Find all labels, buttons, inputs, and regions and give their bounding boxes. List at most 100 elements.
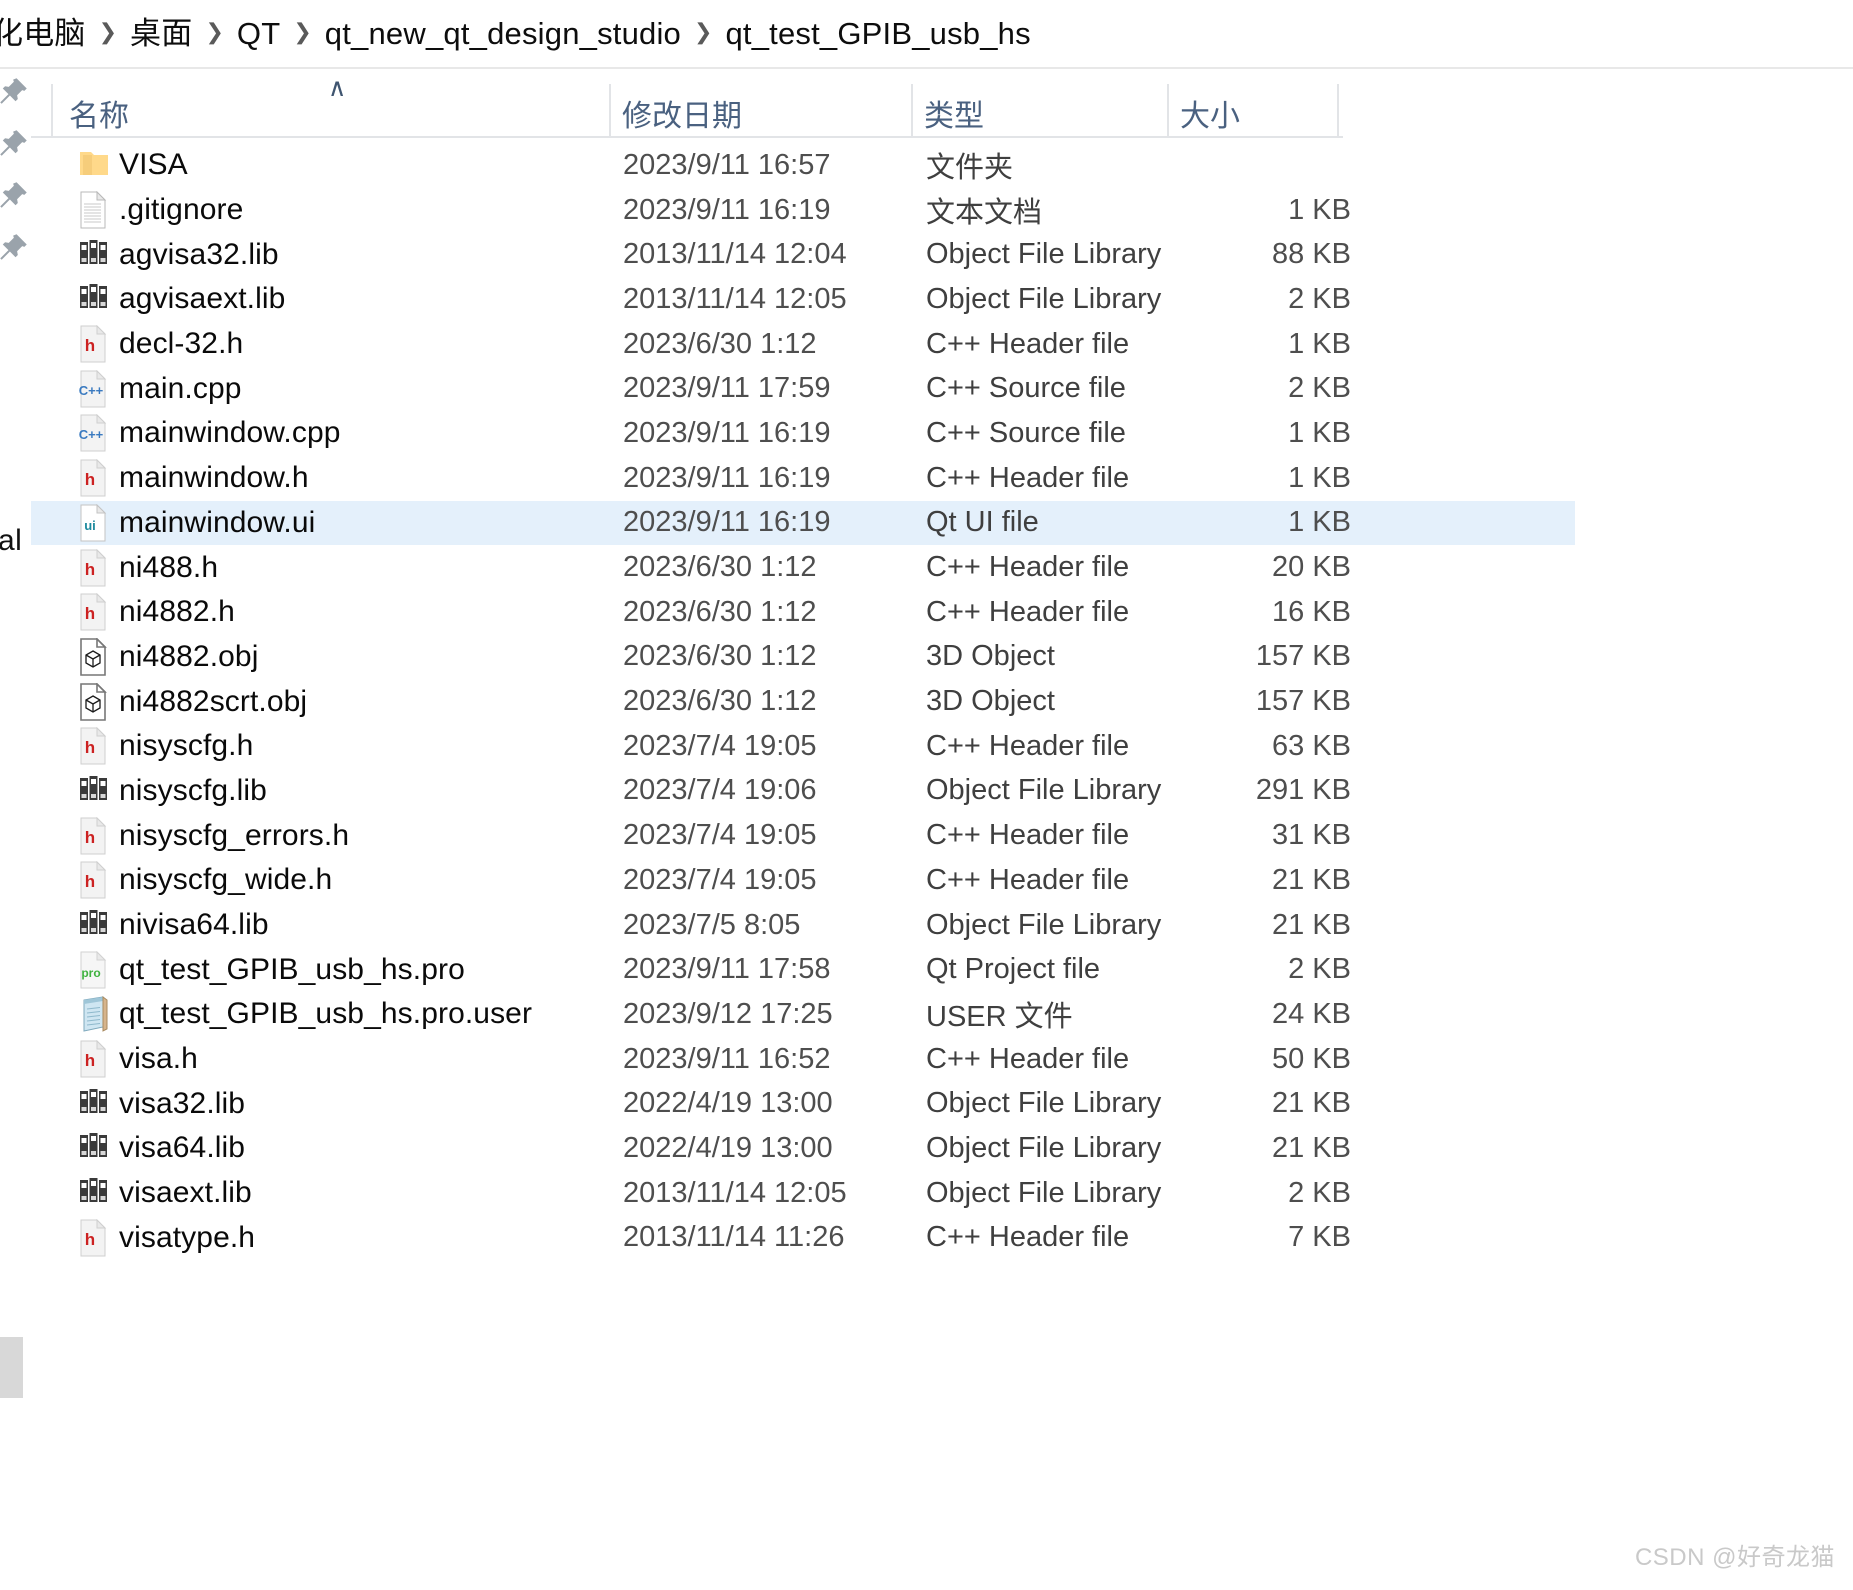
column-header-row: ∧ 名称 修改日期 类型 大小 [31,73,1343,137]
file-type: Object File Library [926,908,1162,941]
file-name[interactable]: nivisa64.lib [119,908,269,942]
column-divider[interactable] [609,84,611,136]
file-name[interactable]: ni4882.obj [119,640,258,674]
sort-ascending-caret: ∧ [328,73,347,102]
file-name[interactable]: visa.h [119,1042,198,1076]
file-name[interactable]: VISA [119,148,188,182]
column-divider[interactable] [1337,84,1339,136]
nav-pane-scrollbar-thumb[interactable] [0,1337,23,1398]
breadcrumb-item-2[interactable]: 桌面 [130,0,192,67]
file-name[interactable]: agvisa32.lib [119,238,279,272]
file-date-modified: 2013/11/14 12:05 [623,282,847,315]
file-row[interactable]: ni4882.obj 2023/6/30 1:12 3D Object 157 KB [31,635,1575,680]
file-row[interactable]: C++ mainwindow.cpp 2023/9/11 16:19 C++ Sour… [31,411,1575,456]
file-date-modified: 2023/9/12 17:25 [623,997,833,1030]
file-row[interactable]: ni4882scrt.obj 2023/6/30 1:12 3D Object 157… [31,679,1575,724]
file-type: C++ Header file [926,729,1130,762]
pin-icon[interactable] [0,75,30,109]
file-name[interactable]: nisyscfg.lib [119,774,267,808]
file-row[interactable]: qt_test_GPIB_usb_hs.pro.user 2023/9/12 17… [31,992,1575,1037]
breadcrumb-item-1[interactable]: 化电脑 [0,0,86,67]
breadcrumb-item-5[interactable]: qt_test_GPIB_usb_hs [725,0,1030,67]
nav-item-clipped-label[interactable]: al [0,524,22,558]
file-type: Object File Library [926,1087,1162,1120]
file-row[interactable]: C++ main.cpp 2023/9/11 17:59 C++ Source fil… [31,366,1575,411]
column-header-name[interactable]: 名称 [69,91,129,135]
file-type: Object File Library [926,1131,1162,1164]
file-name[interactable]: .gitignore [119,193,243,227]
file-row[interactable]: agvisa32.lib 2013/11/14 12:04 Object File … [31,232,1575,277]
breadcrumb-item-4[interactable]: qt_new_qt_design_studio [325,0,681,67]
column-header-type[interactable]: 类型 [924,91,984,135]
file-row[interactable]: VISA 2023/9/11 16:57 文件夹 [31,143,1575,188]
file-name[interactable]: nisyscfg_errors.h [119,819,349,853]
file-name[interactable]: visatype.h [119,1221,255,1255]
file-row[interactable]: h ni488.h 2023/6/30 1:12 C++ Header file 20 … [31,545,1575,590]
pin-icon[interactable] [0,127,30,161]
file-row[interactable]: h ni4882.h 2023/6/30 1:12 C++ Header file 16… [31,590,1575,635]
file-name[interactable]: nisyscfg_wide.h [119,863,332,897]
file-name[interactable]: visa64.lib [119,1131,245,1165]
file-name[interactable]: agvisaext.lib [119,282,285,316]
file-row[interactable]: nivisa64.lib 2023/7/5 8:05 Object File Lib… [31,903,1575,948]
file-name[interactable]: qt_test_GPIB_usb_hs.pro.user [119,997,532,1031]
h-header-icon: h [77,727,111,765]
file-row[interactable]: visa32.lib 2022/4/19 13:00 Object File Lib… [31,1081,1575,1126]
file-row[interactable]: visaext.lib 2013/11/14 12:05 Object File L… [31,1171,1575,1216]
file-type: C++ Header file [926,461,1130,494]
file-row[interactable]: agvisaext.lib 2013/11/14 12:05 Object File… [31,277,1575,322]
column-header-date-modified[interactable]: 修改日期 [622,91,742,135]
file-type: C++ Header file [926,1221,1130,1254]
file-name[interactable]: nisyscfg.h [119,729,253,763]
file-row[interactable]: h mainwindow.h 2023/9/11 16:19 C++ Header f… [31,456,1575,501]
pin-icon[interactable] [0,231,30,265]
file-name[interactable]: ni4882.h [119,595,235,629]
obj-3d-icon [77,682,111,721]
column-divider[interactable] [51,84,53,136]
file-name[interactable]: ni4882scrt.obj [119,685,307,719]
file-name[interactable]: mainwindow.h [119,461,309,495]
breadcrumb-item-3[interactable]: QT [237,0,280,67]
file-type: USER 文件 [926,1001,1073,1034]
library-icon [77,1174,111,1212]
file-name[interactable]: decl-32.h [119,327,243,361]
file-type: C++ Header file [926,863,1130,896]
file-name[interactable]: visaext.lib [119,1176,252,1210]
file-date-modified: 2023/9/11 16:19 [623,416,831,449]
file-type: 文本文档 [926,197,1043,230]
file-row[interactable]: h decl-32.h 2023/6/30 1:12 C++ Header file 1… [31,322,1575,367]
file-date-modified: 2013/11/14 12:05 [623,1176,847,1209]
file-size: 50 KB [1272,1042,1351,1075]
breadcrumb-separator-icon: ❯ [98,18,118,44]
file-row[interactable]: h nisyscfg_errors.h 2023/7/4 19:05 C++ Head… [31,813,1575,858]
file-row[interactable]: .gitignore 2023/9/11 16:19 文本文档 1 KB [31,188,1575,233]
file-row[interactable]: pro qt_test_GPIB_usb_hs.pro 2023/9/11 17:5… [31,947,1575,992]
file-row[interactable]: h visa.h 2023/9/11 16:52 C++ Header file 50 … [31,1037,1575,1082]
file-size: 63 KB [1272,729,1351,762]
file-name[interactable]: visa32.lib [119,1087,245,1121]
obj-3d-icon [77,637,111,676]
file-row[interactable]: nisyscfg.lib 2023/7/4 19:06 Object File Li… [31,769,1575,814]
file-name[interactable]: qt_test_GPIB_usb_hs.pro [119,953,465,987]
pin-icon[interactable] [0,179,30,213]
column-divider[interactable] [911,84,913,136]
file-row[interactable]: h nisyscfg.h 2023/7/4 19:05 C++ Header file… [31,724,1575,769]
file-row[interactable]: ui mainwindow.ui 2023/9/11 16:19 Qt UI file… [31,500,1575,546]
column-header-size[interactable]: 大小 [1180,91,1240,135]
file-date-modified: 2022/4/19 13:00 [623,1131,833,1164]
file-row[interactable]: h nisyscfg_wide.h 2023/7/4 19:05 C++ Header… [31,858,1575,903]
file-row[interactable]: visa64.lib 2022/4/19 13:00 Object File Lib… [31,1126,1575,1171]
breadcrumb-separator-icon: ❯ [694,18,713,44]
file-name[interactable]: main.cpp [119,372,242,406]
file-date-modified: 2023/7/4 19:06 [623,774,817,807]
column-divider[interactable] [1167,84,1169,136]
file-date-modified: 2013/11/14 11:26 [623,1221,845,1254]
file-name[interactable]: ni488.h [119,551,218,585]
file-size: 20 KB [1272,551,1351,584]
file-name[interactable]: mainwindow.cpp [119,416,341,450]
file-name[interactable]: mainwindow.ui [119,506,315,540]
breadcrumb[interactable]: 化电脑 ❯ 桌面 ❯ QT ❯ qt_new_qt_design_studio ❯ qt_tes… [0,0,1853,67]
file-size: 2 KB [1288,282,1351,315]
file-size: 1 KB [1288,461,1351,494]
file-row[interactable]: h visatype.h 2013/11/14 11:26 C++ Header fi… [31,1216,1575,1261]
